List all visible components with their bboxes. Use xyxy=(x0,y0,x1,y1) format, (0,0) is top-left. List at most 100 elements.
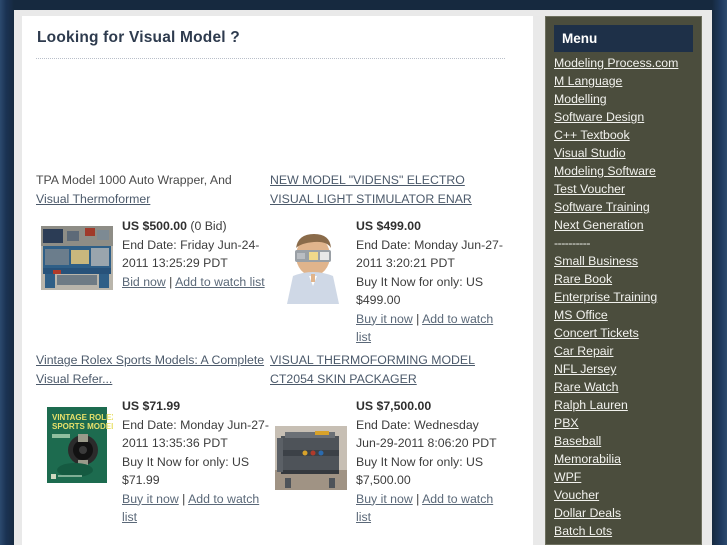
sidebar-menu-list: Modeling Process.com M Language Modellin… xyxy=(546,54,701,544)
buy-it-now-link[interactable]: Buy it now xyxy=(356,312,413,326)
sidebar-item-ralph-lauren[interactable]: Ralph Lauren xyxy=(554,396,701,414)
thumb-tpa-wrapper-image xyxy=(41,226,113,290)
sidebar-item-test-voucher[interactable]: Test Voucher xyxy=(554,180,701,198)
add-to-watch-list-link[interactable]: Add to watch list xyxy=(175,275,265,289)
sidebar-item-rare-watch[interactable]: Rare Watch xyxy=(554,378,701,396)
sidebar-link[interactable]: Modeling Process.com xyxy=(554,56,678,70)
item-title: Vintage Rolex Sports Models: A Complete … xyxy=(36,351,268,388)
sidebar-link[interactable]: Concert Tickets xyxy=(554,326,639,340)
item-title-link[interactable]: NEW MODEL "VIDENS" ELECTRO VISUAL LIGHT … xyxy=(270,173,472,206)
sidebar-item-dollar-deals[interactable]: Dollar Deals xyxy=(554,504,701,522)
item-title-link[interactable]: VISUAL THERMOFORMING MODEL CT2054 SKIN P… xyxy=(270,353,475,386)
sidebar-item-next-generation[interactable]: Next Generation xyxy=(554,216,701,234)
buy-it-now-link[interactable]: Buy it now xyxy=(122,492,179,506)
sidebar-item-concert-tickets[interactable]: Concert Tickets xyxy=(554,324,701,342)
item-buy-it-now-price: Buy It Now for only: US $7,500.00 xyxy=(356,454,484,488)
sidebar-link[interactable]: Modeling Software xyxy=(554,164,656,178)
sidebar-link[interactable]: Ralph Lauren xyxy=(554,398,628,412)
sidebar-item-small-business[interactable]: Small Business xyxy=(554,252,701,270)
sidebar-item-batch-lots[interactable]: Batch Lots xyxy=(554,522,701,540)
sidebar-item-voucher[interactable]: Voucher xyxy=(554,486,701,504)
item-details: US $499.00 End Date: Monday Jun-27-2011 … xyxy=(356,217,504,347)
thumb-tpa-wrapper[interactable] xyxy=(40,225,114,291)
sidebar-item-software-training[interactable]: Software Training xyxy=(554,198,701,216)
sidebar-link[interactable]: Rare Watch xyxy=(554,380,618,394)
listing-item-tpa-wrapper: TPA Model 1000 Auto Wrapper, And Visual … xyxy=(36,171,273,327)
thumb-videns-stimulator[interactable] xyxy=(274,225,348,305)
sidebar-link[interactable]: Modelling xyxy=(554,92,607,106)
sidebar-item-enterprise-training[interactable]: Enterprise Training xyxy=(554,288,701,306)
sidebar-item-memorabilia[interactable]: Memorabilia xyxy=(554,450,701,468)
listing-item-rolex-book: Vintage Rolex Sports Models: A Complete … xyxy=(36,351,273,527)
sidebar-item-modelling[interactable]: Modelling xyxy=(554,90,701,108)
item-title-link[interactable]: Visual Thermoformer xyxy=(36,192,150,206)
browser-page-frame: Looking for Visual Model ? TPA Model 100… xyxy=(0,0,727,545)
action-separator: | xyxy=(178,491,189,506)
sidebar-link[interactable]: PBX xyxy=(554,416,579,430)
sidebar-item-m-language[interactable]: M Language xyxy=(554,72,701,90)
svg-text:SPORTS MODELS: SPORTS MODELS xyxy=(52,422,113,431)
sidebar-item-wpf[interactable]: WPF xyxy=(554,468,701,486)
sidebar-link[interactable]: Dollar Deals xyxy=(554,506,621,520)
svg-text:VINTAGE ROLEX: VINTAGE ROLEX xyxy=(52,413,113,422)
sidebar-item-nfl-jersey[interactable]: NFL Jersey xyxy=(554,360,701,378)
sidebar-item-ms-office[interactable]: MS Office xyxy=(554,306,701,324)
bid-now-link[interactable]: Bid now xyxy=(122,275,166,289)
sidebar-link[interactable]: MS Office xyxy=(554,308,608,322)
sidebar-link[interactable]: NFL Jersey xyxy=(554,362,616,376)
item-body: US $499.00 End Date: Monday Jun-27-2011 … xyxy=(270,217,507,347)
item-price-line: US $7,500.00 xyxy=(356,397,504,416)
item-price-line: US $500.00 (0 Bid) xyxy=(122,217,270,236)
sidebar-link[interactable]: Memorabilia xyxy=(554,452,621,466)
item-body: US $7,500.00 End Date: Wednesday Jun-29-… xyxy=(270,397,507,527)
item-body: US $500.00 (0 Bid) End Date: Friday Jun-… xyxy=(36,217,273,327)
item-title-link[interactable]: Vintage Rolex Sports Models: A Complete … xyxy=(36,353,264,386)
sidebar-link[interactable]: M Language xyxy=(554,74,622,88)
item-end-date: End Date: Friday Jun-24-2011 13:25:29 PD… xyxy=(122,237,260,271)
item-price: US $71.99 xyxy=(122,399,181,413)
sidebar-link[interactable]: Voucher xyxy=(554,488,599,502)
item-bids: (0 Bid) xyxy=(186,219,227,233)
sidebar-link[interactable]: Car Repair xyxy=(554,344,613,358)
sidebar-link[interactable]: Test Voucher xyxy=(554,182,625,196)
sidebar-item-cpp-textbook[interactable]: C++ Textbook xyxy=(554,126,701,144)
thumb-skin-packager-image xyxy=(275,426,347,490)
item-end-date: End Date: Monday Jun-27-2011 3:20:21 PDT xyxy=(356,237,503,271)
sidebar-item-baseball[interactable]: Baseball xyxy=(554,432,701,450)
sidebar-link[interactable]: Visual Studio xyxy=(554,146,626,160)
sidebar-link[interactable]: Batch Lots xyxy=(554,524,612,538)
sidebar-link[interactable]: Small Business xyxy=(554,254,638,268)
item-actions: Buy it now | Add to watch list xyxy=(122,490,270,527)
sidebar-link[interactable]: Rare Book xyxy=(554,272,612,286)
item-title-text: TPA Model 1000 Auto Wrapper, And xyxy=(36,173,232,187)
item-body: VINTAGE ROLEX SPORTS MODELS xyxy=(36,397,273,527)
sidebar-link[interactable]: C++ Textbook xyxy=(554,128,630,142)
item-title: TPA Model 1000 Auto Wrapper, And Visual … xyxy=(36,171,268,208)
sidebar-item-ending-soon[interactable]: Ending Soon xyxy=(554,540,701,544)
sidebar-link[interactable]: Enterprise Training xyxy=(554,290,657,304)
thumb-videns-stimulator-image xyxy=(275,226,347,304)
sidebar-item-visual-studio[interactable]: Visual Studio xyxy=(554,144,701,162)
sidebar-item-rare-book[interactable]: Rare Book xyxy=(554,270,701,288)
sidebar-item-pbx[interactable]: PBX xyxy=(554,414,701,432)
main-content-column: Looking for Visual Model ? TPA Model 100… xyxy=(22,16,533,545)
sidebar-link[interactable]: Software Design xyxy=(554,110,644,124)
sidebar-item-modeling-process[interactable]: Modeling Process.com xyxy=(554,54,701,72)
sidebar-link[interactable]: WPF xyxy=(554,470,581,484)
item-actions: Bid now | Add to watch list xyxy=(122,273,270,292)
sidebar-item-software-design[interactable]: Software Design xyxy=(554,108,701,126)
thumb-skin-packager[interactable] xyxy=(274,425,348,505)
title-divider xyxy=(36,58,505,59)
content-shell: Looking for Visual Model ? TPA Model 100… xyxy=(22,16,727,545)
sidebar-item-car-repair[interactable]: Car Repair xyxy=(554,342,701,360)
sidebar-link[interactable]: Baseball xyxy=(554,434,601,448)
sidebar-item-modeling-software[interactable]: Modeling Software xyxy=(554,162,701,180)
sidebar-link[interactable]: Next Generation xyxy=(554,218,644,232)
thumb-rolex-book-image: VINTAGE ROLEX SPORTS MODELS xyxy=(41,406,113,484)
listing-row: Vintage Rolex Sports Models: A Complete … xyxy=(22,351,533,531)
thumb-rolex-book[interactable]: VINTAGE ROLEX SPORTS MODELS xyxy=(40,405,114,485)
item-title: NEW MODEL "VIDENS" ELECTRO VISUAL LIGHT … xyxy=(270,171,502,208)
buy-it-now-link[interactable]: Buy it now xyxy=(356,492,413,506)
sidebar-link[interactable]: Software Training xyxy=(554,200,650,214)
item-price: US $499.00 xyxy=(356,219,421,233)
